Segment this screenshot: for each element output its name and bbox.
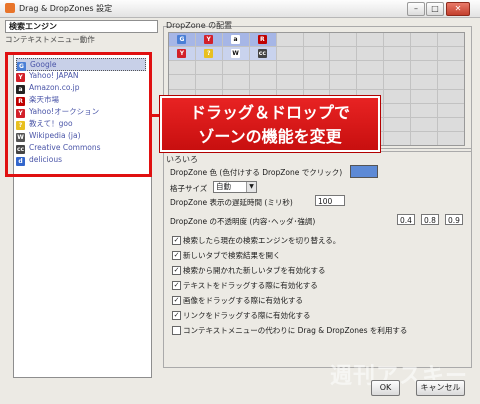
ok-button[interactable]: OK [371, 380, 400, 396]
context-menu-tab[interactable]: コンテキストメニュー動作 [5, 34, 151, 44]
dropzone-cell[interactable] [384, 61, 411, 75]
option-label: コンテキストメニューの代わりに Drag & DropZones を利用する [183, 326, 408, 335]
dropzone-cell[interactable] [330, 33, 357, 47]
dropzone-cell[interactable] [330, 61, 357, 75]
cancel-button[interactable]: キャンセル [416, 380, 465, 396]
option-label: 画像をドラッグする際に有効化する [183, 296, 303, 305]
rakuten-icon: R [257, 35, 267, 44]
grid-size-label: 格子サイズ [170, 184, 208, 193]
google-icon: G [177, 35, 187, 44]
dropzone-cell[interactable] [276, 75, 303, 89]
dropzone-cell[interactable] [411, 75, 438, 89]
search-engine-tab[interactable]: 検索エンジン [5, 20, 158, 33]
option-checkbox[interactable]: ✓ [172, 296, 181, 305]
delay-input[interactable]: 100 [315, 195, 345, 206]
dropzone-cell[interactable] [357, 47, 384, 61]
dropzone-cell[interactable] [303, 61, 330, 75]
dropzone-cell[interactable] [438, 61, 464, 75]
dropzone-cell[interactable] [438, 33, 464, 47]
dropzone-label: DropZone の配置 [166, 21, 233, 30]
dropzone-cell[interactable] [384, 103, 411, 117]
grid-size-value: 自動 [216, 182, 231, 191]
chevron-down-icon: ▼ [246, 182, 256, 192]
option-checkbox[interactable]: ✓ [172, 281, 181, 290]
maximize-button[interactable]: □ [426, 2, 444, 16]
creative-commons-icon: cc [257, 49, 267, 58]
dropzone-cell[interactable] [411, 89, 438, 103]
dropzone-cell[interactable] [222, 61, 249, 75]
dropzone-cell[interactable] [303, 75, 330, 89]
option-checkbox[interactable]: ✓ [172, 266, 181, 275]
yahoo-auction-icon: Y [177, 49, 187, 58]
delay-label: DropZone 表示の遅延時間 (ミリ秒) [170, 198, 293, 207]
opacity-emphasis-input[interactable]: 0.9 [445, 214, 463, 225]
dropzone-cell[interactable] [330, 47, 357, 61]
callout-line-2: ゾーンの機能を変更 [198, 127, 342, 146]
dropzone-cell[interactable] [357, 61, 384, 75]
dropzone-cell[interactable] [438, 117, 464, 131]
dropzone-cell[interactable] [169, 61, 195, 75]
dropzone-cell[interactable] [357, 33, 384, 47]
dropzone-cell[interactable] [276, 47, 303, 61]
window-title: Drag & DropZones 設定 [19, 4, 113, 13]
amazon-icon: a [231, 35, 241, 44]
dropzone-cell[interactable] [411, 103, 438, 117]
dropzone-cell[interactable] [195, 75, 222, 89]
option-checkbox[interactable]: ✓ [172, 251, 181, 260]
app-icon [5, 3, 15, 13]
dropzone-cell[interactable] [384, 131, 411, 145]
misc-label: いろいろ [166, 155, 198, 164]
dropzone-cell[interactable] [330, 75, 357, 89]
dropzone-cell[interactable] [411, 33, 438, 47]
opacity-label: DropZone の不透明度 (内容･ヘッダ･強調) [170, 217, 316, 226]
highlight-box [5, 52, 152, 177]
dropzone-cell[interactable] [384, 47, 411, 61]
dropzone-cell[interactable] [384, 117, 411, 131]
dropzone-cell[interactable] [384, 33, 411, 47]
title-bar: Drag & DropZones 設定 – □ ✕ [0, 0, 480, 18]
dropzone-cell[interactable] [411, 131, 438, 145]
dropzone-cell[interactable] [276, 61, 303, 75]
dropzone-cell[interactable] [384, 75, 411, 89]
wikipedia-icon: W [231, 49, 241, 58]
option-label: 検索したら現在の検索エンジンを切り替える。 [183, 236, 341, 245]
option-checkbox[interactable]: ✓ [172, 236, 181, 245]
dropzone-cell[interactable] [438, 89, 464, 103]
dropzone-cell[interactable] [438, 103, 464, 117]
close-button[interactable]: ✕ [446, 2, 470, 16]
option-checkbox[interactable] [172, 326, 181, 335]
dropzone-cell[interactable] [276, 33, 303, 47]
dropzone-cell[interactable] [249, 75, 276, 89]
minimize-button[interactable]: – [407, 2, 425, 16]
dropzone-cell[interactable] [384, 89, 411, 103]
option-label: リンクをドラッグする際に有効化する [183, 311, 311, 320]
dropzone-cell[interactable] [438, 47, 464, 61]
option-label: テキストをドラッグする際に有効化する [183, 281, 318, 290]
color-swatch[interactable] [350, 165, 378, 178]
opacity-header-input[interactable]: 0.8 [421, 214, 439, 225]
option-checkbox[interactable]: ✓ [172, 311, 181, 320]
annotation-callout: ドラッグ＆ドロップで ゾーンの機能を変更 [160, 96, 380, 152]
yahoo-icon: Y [204, 35, 214, 44]
opacity-content-input[interactable]: 0.4 [397, 214, 415, 225]
callout-line-1: ドラッグ＆ドロップで [189, 103, 350, 122]
color-label: DropZone 色 (色付けする DropZone でクリック) [170, 168, 343, 177]
dropzone-cell[interactable] [411, 61, 438, 75]
dropzone-cell[interactable] [438, 75, 464, 89]
dropzone-cell[interactable] [438, 131, 464, 145]
option-label: 新しいタブで検索結果を開く [183, 251, 281, 260]
dropzone-cell[interactable] [411, 117, 438, 131]
dropzone-cell[interactable] [195, 61, 222, 75]
dropzone-cell[interactable] [357, 75, 384, 89]
grid-size-select[interactable]: 自動 ▼ [213, 181, 257, 193]
dropzone-cell[interactable] [303, 47, 330, 61]
dropzone-cell[interactable] [169, 75, 195, 89]
option-label: 検索から開かれた新しいタブを有効化する [183, 266, 326, 275]
dropzone-cell[interactable] [222, 75, 249, 89]
goo-icon: ? [204, 49, 214, 58]
settings-window: Drag & DropZones 設定 – □ ✕ 検索エンジン コンテキストメ… [0, 0, 480, 404]
dropzone-cell[interactable] [303, 33, 330, 47]
dropzone-cell[interactable] [411, 47, 438, 61]
dropzone-cell[interactable] [249, 61, 276, 75]
